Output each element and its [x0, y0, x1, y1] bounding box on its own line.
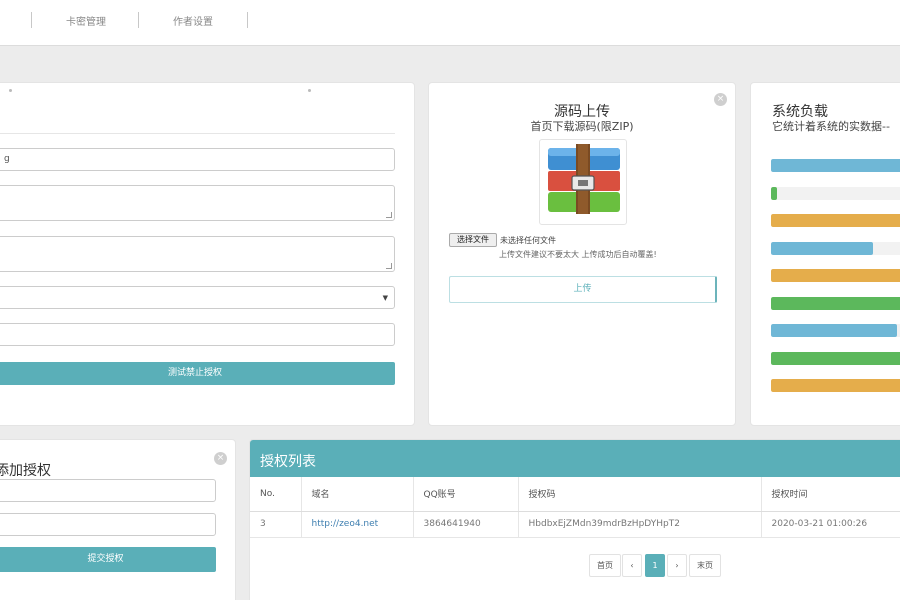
load-progress-fill [771, 379, 900, 392]
load-progress-fill [771, 159, 900, 172]
auth-table: No. 域名 QQ账号 授权码 授权时间 3 http://zeo4.net 3… [250, 477, 900, 538]
domain-input[interactable]: g [0, 148, 395, 171]
upload-button[interactable]: 上传 [449, 276, 717, 303]
load-progress-bar [771, 214, 900, 227]
cell-no: 3 [250, 511, 302, 538]
source-upload-panel: × 源码上传 首页下载源码(限ZIP) 选择文件 未选择任何文件 上传文件建议不… [428, 82, 736, 426]
nav-divider [138, 12, 139, 28]
column-header-time: 授权时间 [761, 477, 900, 512]
close-icon[interactable]: × [214, 452, 227, 465]
table-row: 3 http://zeo4.net 3864641940 HbdbxEjZMdn… [250, 511, 900, 538]
load-progress-fill [771, 186, 777, 200]
load-progress-fill [771, 296, 900, 310]
column-header-qq: QQ账号 [413, 477, 519, 512]
top-navbar: 卡密管理 作者设置 [0, 0, 900, 46]
pagination-first[interactable]: 首页 [589, 554, 621, 577]
load-progress-bar [771, 241, 900, 255]
auth-list-panel: 授权列表 No. 域名 QQ账号 授权码 授权时间 3 http://zeo4.… [249, 439, 900, 600]
load-progress-bar [771, 351, 900, 365]
type-select[interactable]: ▼ [0, 286, 395, 309]
domain-input-value: g [4, 154, 10, 164]
load-progress-bar [771, 324, 900, 337]
load-progress-fill [771, 324, 897, 337]
nav-item-author-settings[interactable]: 作者设置 [173, 13, 213, 28]
load-progress-bar [771, 186, 900, 200]
pagination-last[interactable]: 末页 [689, 554, 721, 577]
test-auth-panel: g ▼ 测试禁止授权 [0, 82, 415, 426]
system-load-subtitle: 它统计着系统的实数据-- [772, 120, 890, 133]
auth-list-header: 授权列表 [250, 440, 900, 477]
submit-auth-button[interactable]: 提交授权 [0, 547, 216, 572]
nav-item-card-management[interactable]: 卡密管理 [66, 13, 106, 28]
no-file-chosen-text: 未选择任何文件 [500, 236, 556, 245]
winrar-archive-icon [539, 139, 627, 225]
load-progress-bar [771, 296, 900, 310]
load-progress-bar [771, 159, 900, 172]
load-progress-fill [771, 214, 900, 227]
load-progress-fill [771, 269, 900, 282]
nav-divider [247, 12, 248, 28]
cell-time: 2020-03-21 01:00:26 [761, 511, 900, 538]
test-block-auth-button[interactable]: 测试禁止授权 [0, 362, 395, 385]
cell-code: HbdbxEjZMdn39mdrBzHpDYHpT2 [518, 511, 762, 538]
upload-hint: 上传文件建议不要太大 上传成功后自动覆盖! [499, 250, 657, 259]
extra-input[interactable] [0, 323, 395, 346]
add-auth-title: 添加授权 [0, 463, 51, 479]
column-header-domain: 域名 [301, 477, 414, 512]
nav-divider [31, 12, 32, 28]
panel-header-dot [9, 89, 12, 92]
column-header-code: 授权码 [518, 477, 762, 512]
resize-handle-icon[interactable] [386, 212, 392, 218]
resize-handle-icon[interactable] [386, 263, 392, 269]
cell-domain-link[interactable]: http://zeo4.net [301, 511, 414, 538]
load-progress-fill [771, 351, 900, 365]
cell-qq: 3864641940 [413, 511, 519, 538]
pagination-prev[interactable]: ‹ [622, 554, 642, 577]
chevron-down-icon: ▼ [382, 294, 388, 302]
auth-qq-input[interactable] [0, 513, 216, 536]
content-textarea-2[interactable] [0, 236, 395, 272]
pagination-next[interactable]: › [667, 554, 687, 577]
system-load-panel: 系统负载 它统计着系统的实数据-- [750, 82, 900, 426]
load-progress-bar [771, 269, 900, 282]
upload-subtitle: 首页下载源码(限ZIP) [530, 120, 634, 133]
auth-list-title: 授权列表 [260, 454, 316, 470]
column-header-no: No. [250, 477, 302, 512]
add-auth-panel: × 添加授权 提交授权 [0, 439, 236, 600]
panel-header-dot [308, 89, 311, 92]
load-progress-fill [771, 241, 874, 255]
choose-file-button[interactable]: 选择文件 [449, 233, 497, 247]
table-header-row: No. 域名 QQ账号 授权码 授权时间 [250, 477, 900, 512]
divider [0, 133, 395, 134]
load-progress-bar [771, 379, 900, 392]
auth-domain-input[interactable] [0, 479, 216, 502]
pagination-current[interactable]: 1 [645, 554, 665, 577]
content-textarea-1[interactable] [0, 185, 395, 221]
